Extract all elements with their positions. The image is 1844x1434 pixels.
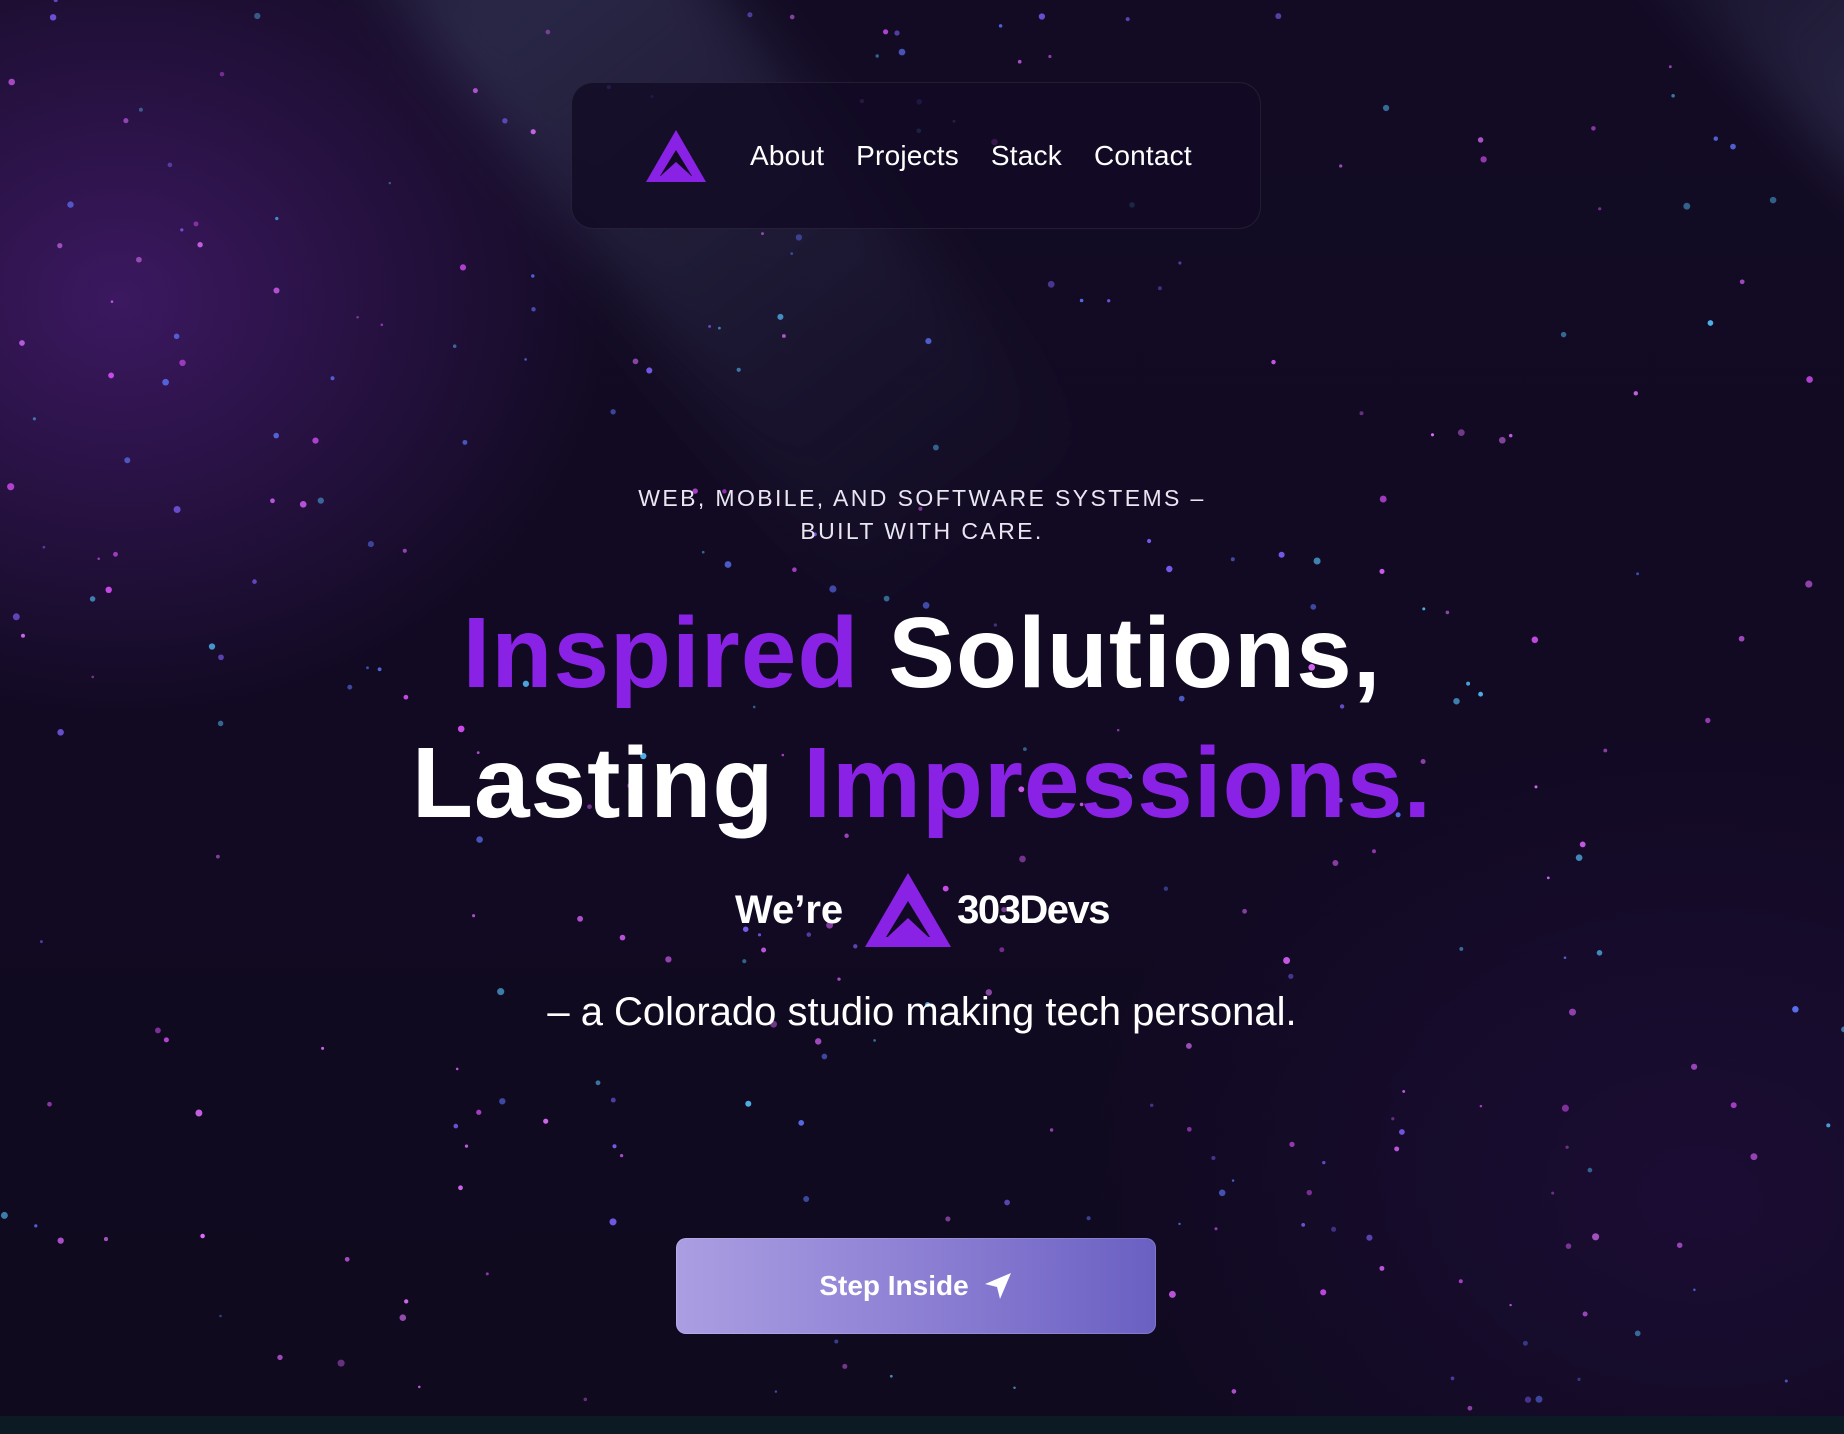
headline-accent-impressions: Impressions. [803, 727, 1433, 839]
nav-link-about[interactable]: About [750, 140, 824, 172]
nav-link-projects[interactable]: Projects [856, 140, 959, 172]
hero-page: About Projects Stack Contact WEB, MOBILE… [0, 0, 1844, 1434]
step-inside-label: Step Inside [819, 1270, 969, 1301]
eyebrow-line-1: WEB, MOBILE, AND SOFTWARE SYSTEMS – [638, 485, 1206, 511]
nav-link-stack[interactable]: Stack [991, 140, 1062, 172]
window-bottom-edge [0, 1416, 1844, 1434]
headline-lasting: Lasting [411, 727, 775, 839]
303devs-mountain-logo-icon[interactable] [644, 128, 708, 184]
headline-accent-inspired: Inspired [462, 597, 860, 709]
hero-headline: Inspired Solutions, Lasting Impressions. [0, 588, 1844, 848]
headline-solutions: Solutions, [888, 597, 1382, 709]
navigation-arrow-icon [984, 1273, 1011, 1299]
step-inside-button[interactable]: Step Inside [676, 1238, 1156, 1334]
nav-link-contact[interactable]: Contact [1094, 140, 1192, 172]
303devs-brand-logo-icon [865, 873, 952, 947]
hero-eyebrow: WEB, MOBILE, AND SOFTWARE SYSTEMS – BUIL… [0, 482, 1844, 548]
brand-intro: We’re 303Devs [0, 870, 1844, 950]
were-label: We’re [734, 887, 844, 932]
hero-tagline: – a Colorado studio making tech personal… [547, 990, 1297, 1034]
headline-line-2: Lasting Impressions. [0, 718, 1844, 848]
headline-line-1: Inspired Solutions, [0, 588, 1844, 718]
eyebrow-line-2: BUILT WITH CARE. [800, 518, 1044, 544]
top-navigation: About Projects Stack Contact [571, 82, 1261, 229]
brand-name: 303Devs [957, 887, 1110, 932]
